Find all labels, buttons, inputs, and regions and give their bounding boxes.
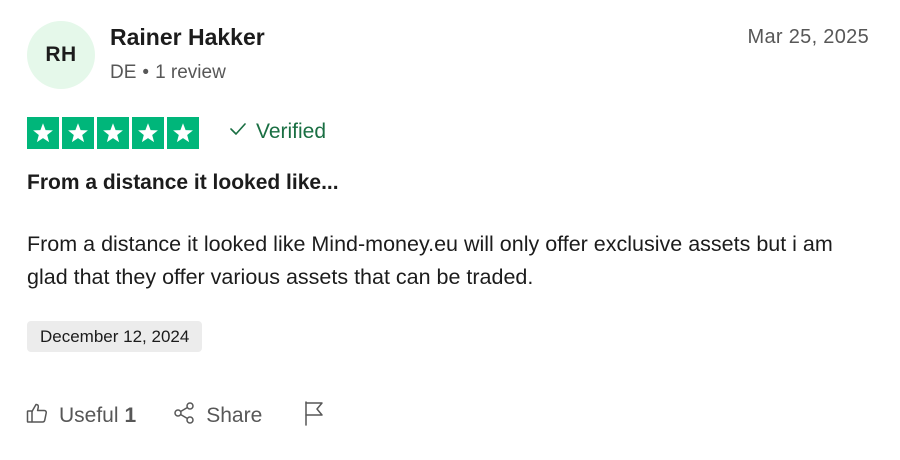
verified-label: Verified bbox=[256, 120, 327, 143]
star-icon bbox=[132, 117, 164, 149]
share-label: Share bbox=[206, 404, 263, 427]
review-date: Mar 25, 2025 bbox=[747, 26, 869, 48]
star-rating bbox=[27, 117, 199, 149]
share-button[interactable]: Share bbox=[172, 401, 262, 431]
report-button[interactable] bbox=[302, 400, 326, 432]
review-body: From a distance it looked like Mind-mone… bbox=[27, 232, 833, 289]
flag-icon bbox=[302, 400, 326, 432]
share-icon bbox=[172, 401, 196, 431]
review-actions: Useful 1 Share bbox=[25, 400, 326, 432]
reviewer-name[interactable]: Rainer Hakker bbox=[110, 24, 265, 51]
meta-separator: • bbox=[142, 62, 150, 83]
verified-badge[interactable]: Verified bbox=[228, 119, 326, 145]
experience-date-badge: December 12, 2024 bbox=[27, 321, 203, 352]
thumbs-up-icon bbox=[25, 401, 49, 431]
reviewer-review-count: 1 review bbox=[155, 62, 226, 83]
review-card: RH Rainer Hakker DE • 1 review Mar 25, 2… bbox=[0, 0, 900, 460]
useful-count: 1 bbox=[124, 404, 137, 427]
star-icon bbox=[27, 117, 59, 149]
star-icon bbox=[97, 117, 129, 149]
reviewer-country: DE bbox=[110, 62, 137, 83]
star-icon bbox=[62, 117, 94, 149]
avatar[interactable]: RH bbox=[27, 21, 95, 89]
useful-label: Useful bbox=[59, 404, 119, 427]
checkmark-icon bbox=[228, 119, 248, 145]
useful-button[interactable]: Useful 1 bbox=[25, 401, 136, 431]
star-icon bbox=[167, 117, 199, 149]
review-title[interactable]: From a distance it looked like... bbox=[27, 171, 339, 195]
reviewer-meta: DE • 1 review bbox=[110, 62, 226, 84]
